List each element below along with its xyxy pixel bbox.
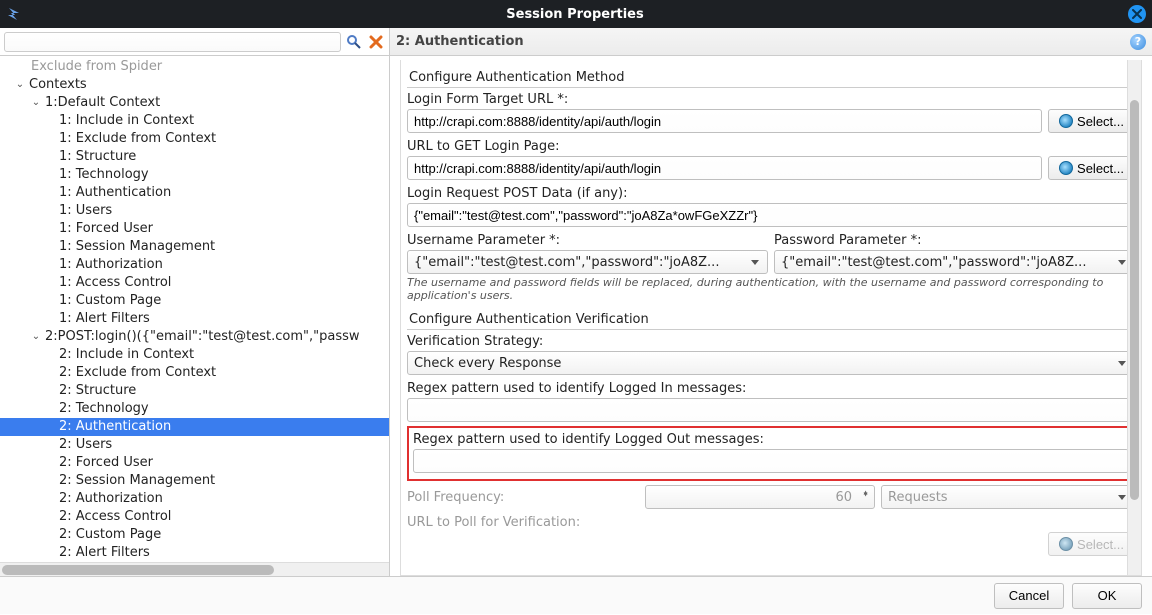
tree-context-2[interactable]: 2:POST:login()({"email":"test@test.com",…: [44, 328, 360, 346]
tree-item[interactable]: 1: Users: [58, 202, 112, 220]
window-title: Session Properties: [22, 7, 1128, 22]
content-pane: 2: Authentication ? Configure Authentica…: [390, 28, 1152, 576]
chevron-down-icon[interactable]: ⌄: [30, 94, 42, 112]
tree-item-authentication[interactable]: 2: Authentication: [58, 418, 171, 436]
tree-contexts[interactable]: Contexts: [28, 76, 87, 94]
logged-out-label: Regex pattern used to identify Logged Ou…: [413, 430, 1129, 449]
tree-horizontal-scrollbar[interactable]: [0, 562, 389, 576]
logged-out-regex-input[interactable]: [413, 449, 1129, 473]
post-data-label: Login Request POST Data (if any):: [407, 184, 1135, 203]
tree-item[interactable]: 1: Forced User: [58, 220, 153, 238]
tree-item[interactable]: 1: Session Management: [58, 238, 215, 256]
globe-icon: [1059, 161, 1073, 175]
tree-item[interactable]: 1: Authorization: [58, 256, 163, 274]
post-data-input[interactable]: [407, 203, 1135, 227]
strategy-label: Verification Strategy:: [407, 332, 1135, 351]
select-get-page-button[interactable]: Select...: [1048, 156, 1135, 180]
clear-icon[interactable]: [367, 33, 385, 51]
strategy-select[interactable]: Check every Response: [407, 351, 1135, 375]
tree-item[interactable]: 2: Forced User: [58, 454, 153, 472]
tree-item[interactable]: 1: Access Control: [58, 274, 171, 292]
app-icon: [6, 6, 22, 22]
close-button[interactable]: [1128, 5, 1146, 23]
tree-item[interactable]: Exclude from Spider: [30, 58, 162, 76]
tree-item[interactable]: 1: Custom Page: [58, 292, 161, 310]
chevron-down-icon[interactable]: ⌄: [14, 76, 26, 94]
get-page-label: URL to GET Login Page:: [407, 137, 1135, 156]
tree-item[interactable]: 2: Alert Filters: [58, 544, 150, 562]
auth-method-header: Configure Authentication Method: [407, 66, 1135, 88]
ok-button[interactable]: OK: [1072, 583, 1142, 609]
login-url-input[interactable]: [407, 109, 1042, 133]
logged-in-label: Regex pattern used to identify Logged In…: [407, 379, 1135, 398]
tree-item[interactable]: 2: Access Control: [58, 508, 171, 526]
tree-item[interactable]: 1: Exclude from Context: [58, 130, 216, 148]
logged-in-regex-input[interactable]: [407, 398, 1135, 422]
tree-search-input[interactable]: [4, 32, 341, 52]
auth-verify-header: Configure Authentication Verification: [407, 308, 1135, 330]
search-icon[interactable]: [345, 33, 363, 51]
poll-freq-spinner[interactable]: 60: [645, 485, 875, 509]
tree-item[interactable]: 2: Authorization: [58, 490, 163, 508]
select-poll-url-button[interactable]: Select...: [1048, 532, 1135, 556]
username-param-select[interactable]: {"email":"test@test.com","password":"joA…: [407, 250, 768, 274]
tree-item[interactable]: 1: Authentication: [58, 184, 171, 202]
tree-item[interactable]: 2: Session Management: [58, 472, 215, 490]
tree-item[interactable]: 2: Custom Page: [58, 526, 161, 544]
tree-item[interactable]: 1: Structure: [58, 148, 136, 166]
password-param-select[interactable]: {"email":"test@test.com","password":"joA…: [774, 250, 1135, 274]
tree-item[interactable]: 2: Technology: [58, 400, 149, 418]
dialog-footer: Cancel OK: [0, 576, 1152, 614]
chevron-down-icon[interactable]: ⌄: [30, 328, 42, 346]
login-url-label: Login Form Target URL *:: [407, 90, 1135, 109]
poll-freq-label: Poll Frequency:: [407, 488, 639, 507]
get-page-input[interactable]: [407, 156, 1042, 180]
cancel-button[interactable]: Cancel: [994, 583, 1064, 609]
tree-item[interactable]: 1: Alert Filters: [58, 310, 150, 328]
globe-icon: [1059, 537, 1073, 551]
poll-unit-select[interactable]: Requests: [881, 485, 1135, 509]
password-param-label: Password Parameter *:: [774, 231, 1135, 250]
tree-item[interactable]: 1: Technology: [58, 166, 149, 184]
form-vertical-scrollbar[interactable]: [1127, 60, 1141, 575]
globe-icon: [1059, 114, 1073, 128]
tree-item[interactable]: 2: Exclude from Context: [58, 364, 216, 382]
tree-item[interactable]: 2: Users: [58, 436, 112, 454]
tree-context-1[interactable]: 1:Default Context: [44, 94, 160, 112]
logged-out-highlight: Regex pattern used to identify Logged Ou…: [407, 426, 1135, 481]
poll-url-label: URL to Poll for Verification:: [407, 513, 1135, 532]
titlebar: Session Properties: [0, 0, 1152, 28]
select-login-url-button[interactable]: Select...: [1048, 109, 1135, 133]
context-tree[interactable]: Exclude from Spider ⌄Contexts ⌄1:Default…: [0, 56, 389, 576]
param-note: The username and password fields will be…: [407, 274, 1135, 308]
panel-title: 2: Authentication: [396, 34, 524, 49]
tree-item[interactable]: 1: Include in Context: [58, 112, 194, 130]
tree-item[interactable]: 2: Include in Context: [58, 346, 194, 364]
tree-item[interactable]: 2: Structure: [58, 382, 136, 400]
help-icon[interactable]: ?: [1130, 34, 1146, 50]
navigation-pane: Exclude from Spider ⌄Contexts ⌄1:Default…: [0, 28, 390, 576]
username-param-label: Username Parameter *:: [407, 231, 768, 250]
